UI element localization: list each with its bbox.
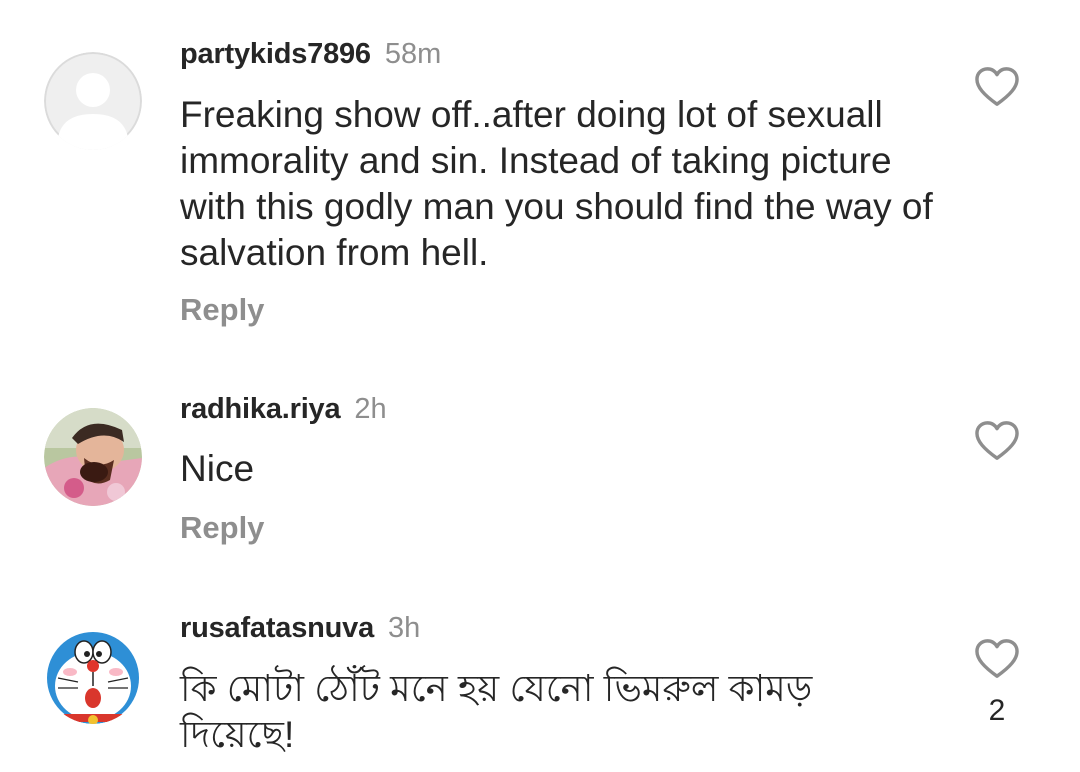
avatar[interactable]: [44, 52, 142, 150]
timestamp: 3h: [388, 612, 421, 644]
timestamp: 2h: [354, 393, 387, 425]
doraemon-avatar: [44, 626, 142, 724]
comment-header: partykids7896 58m: [180, 36, 441, 72]
comment-text: Nice: [180, 448, 255, 489]
default-profile-icon: [44, 52, 142, 150]
reply-button[interactable]: Reply: [180, 292, 264, 328]
heart-icon[interactable]: [974, 66, 1020, 108]
comment-header: rusafatasnuva 3h: [180, 610, 420, 646]
avatar[interactable]: [44, 408, 142, 506]
reply-button[interactable]: Reply: [180, 510, 264, 546]
comment-text: Freaking show off..after doing lot of se…: [180, 94, 933, 273]
profile-photo: [44, 408, 142, 506]
heart-icon[interactable]: [974, 638, 1020, 680]
username[interactable]: partykids7896: [180, 38, 371, 70]
comment-text: কি মোটা ঠোঁট মনে হয় যেনো ভিমরুল কামড় দ…: [180, 668, 813, 755]
heart-icon[interactable]: [974, 420, 1020, 462]
username[interactable]: rusafatasnuva: [180, 612, 374, 644]
like-count: 2: [988, 694, 1006, 727]
timestamp: 58m: [384, 38, 442, 70]
username[interactable]: radhika.riya: [180, 393, 341, 425]
comment-header: radhika.riya 2h: [180, 391, 387, 427]
avatar[interactable]: [44, 626, 142, 724]
